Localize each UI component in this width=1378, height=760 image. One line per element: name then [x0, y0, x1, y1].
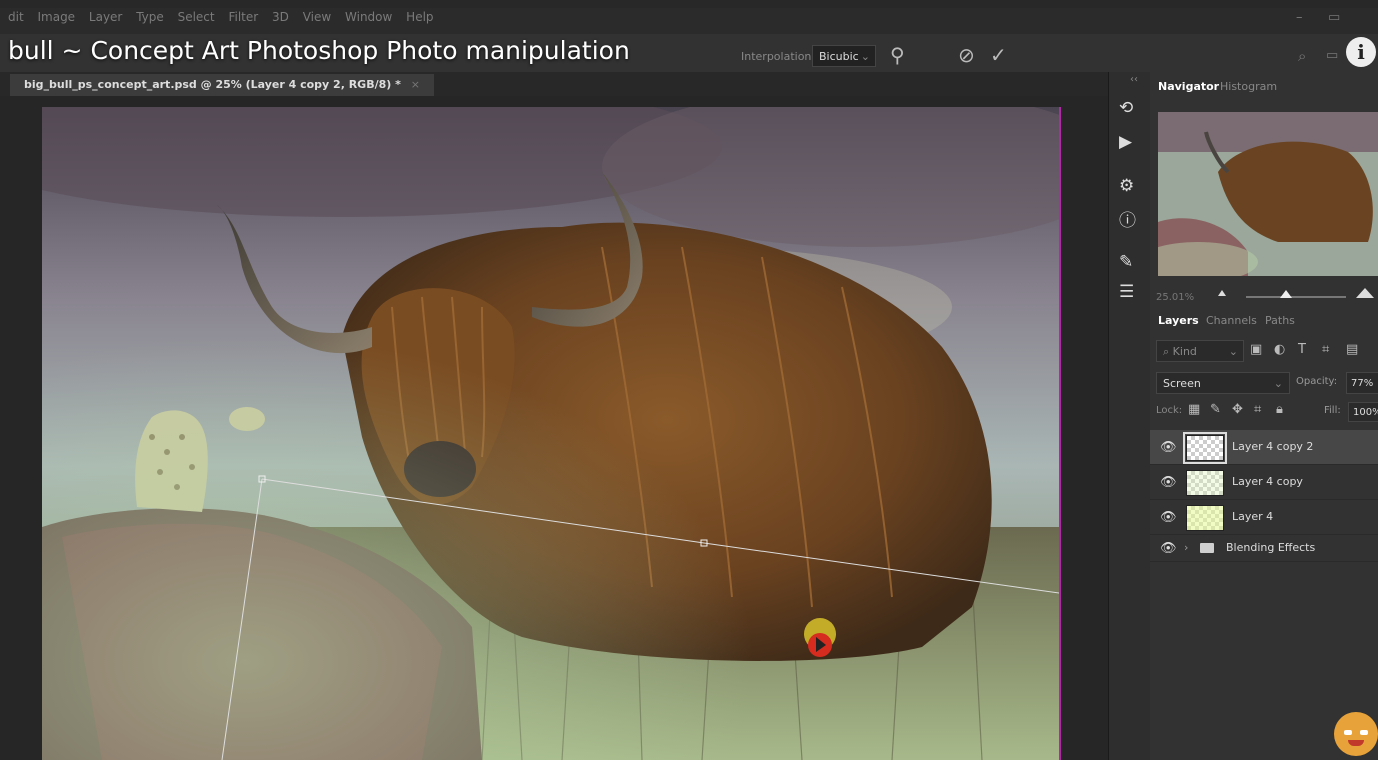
menu-help[interactable]: Help [406, 10, 433, 24]
emoji-eye-left [1344, 730, 1352, 735]
chevron-down-icon: ⌄ [1273, 377, 1283, 390]
menu-window[interactable]: Window [345, 10, 392, 24]
adjustments-icon[interactable]: ☰ [1119, 282, 1134, 302]
navigator-preview[interactable] [1158, 112, 1378, 276]
blend-mode-select[interactable]: Screen ⌄ [1156, 372, 1290, 394]
interpolation-select[interactable]: Bicubic ⌄ [812, 45, 876, 67]
filter-adjustment-icon[interactable]: ◐ [1274, 342, 1285, 357]
document-tab-title: big_bull_ps_concept_art.psd @ 25% (Layer… [24, 78, 401, 91]
artwork-image [42, 107, 1059, 760]
commit-transform-icon[interactable]: ✓ [990, 43, 1007, 67]
zoom-out-icon[interactable] [1218, 290, 1226, 296]
document-tab[interactable]: big_bull_ps_concept_art.psd @ 25% (Layer… [10, 74, 434, 96]
filter-type-icon[interactable]: T [1298, 342, 1306, 357]
minimize-icon[interactable]: – [1296, 10, 1303, 25]
layer-filter-row: ⌕ Kind ⌄ ▣ ◐ T ⌗ ▤ [1156, 340, 1378, 364]
eye-icon[interactable]: 👁︎ [1160, 510, 1177, 525]
layer-name: Layer 4 [1232, 510, 1274, 523]
layer-thumbnail [1183, 432, 1227, 464]
menu-3d[interactable]: 3D [272, 10, 289, 24]
group-name: Blending Effects [1226, 541, 1316, 554]
history-icon[interactable]: ⟲ [1119, 98, 1133, 118]
tab-navigator[interactable]: Navigator [1158, 80, 1219, 93]
menu-filter[interactable]: Filter [228, 10, 258, 24]
layer-group-row[interactable]: 👁︎ › Blending Effects [1150, 535, 1378, 562]
menu-image[interactable]: Image [37, 10, 75, 24]
chevron-down-icon: ⌄ [1228, 345, 1238, 358]
restore-icon[interactable]: ▭ [1328, 10, 1340, 25]
brush-icon[interactable]: ✎ [1119, 252, 1133, 272]
zoom-slider-thumb[interactable] [1280, 290, 1292, 298]
eye-icon[interactable]: 👁︎ [1160, 541, 1177, 556]
lock-all-icon[interactable]: 🔒︎ [1276, 402, 1283, 417]
lock-transparency-icon[interactable]: ▦ [1188, 402, 1200, 417]
menu-select[interactable]: Select [178, 10, 215, 24]
emoji-eye-right [1360, 730, 1368, 735]
menu-edit[interactable]: dit [8, 10, 24, 24]
emoji-mouth [1348, 740, 1364, 746]
filter-kind-select[interactable]: ⌕ Kind ⌄ [1156, 340, 1244, 362]
video-title: bull ~ Concept Art Photoshop Photo manip… [8, 36, 630, 65]
eye-icon[interactable]: 👁︎ [1160, 440, 1177, 455]
layer-row[interactable]: 👁︎ Layer 4 [1150, 500, 1378, 535]
zoom-in-icon[interactable] [1356, 288, 1374, 298]
opacity-label: Opacity: [1296, 376, 1338, 387]
zoom-slider-track[interactable] [1246, 296, 1346, 298]
info-icon[interactable]: i [1346, 37, 1376, 67]
tab-histogram[interactable]: Histogram [1220, 80, 1277, 93]
filter-shape-icon[interactable]: ⌗ [1322, 342, 1329, 357]
right-panel: Navigator Histogram 25.01% Layers Channe… [1150, 72, 1378, 760]
layers-tabs: Layers Channels Paths [1150, 314, 1378, 334]
filter-kind-value: Kind [1172, 345, 1197, 358]
emoji-avatar [1334, 712, 1378, 756]
document-canvas[interactable] [42, 107, 1061, 760]
layer-row[interactable]: 👁︎ Layer 4 copy [1150, 465, 1378, 500]
properties-icon[interactable]: ⚙ [1119, 176, 1134, 196]
panel-icon-strip: ⟲ ▶ ⚙ ⓘ ✎ ☰ [1108, 72, 1152, 760]
fill-input[interactable]: 100% [1348, 402, 1378, 422]
menu-type[interactable]: Type [136, 10, 164, 24]
blend-row: Screen ⌄ Opacity: 77% [1156, 372, 1378, 396]
navigator-zoom[interactable]: 25.01% [1156, 292, 1194, 303]
layer-name: Layer 4 copy [1232, 475, 1303, 488]
search-icon[interactable]: ⌕ [1298, 47, 1306, 65]
navigator-tabs: Navigator Histogram [1150, 80, 1378, 100]
menu-layer[interactable]: Layer [89, 10, 122, 24]
filter-pixel-icon[interactable]: ▣ [1250, 342, 1262, 357]
blend-mode-value: Screen [1163, 377, 1201, 390]
fill-label: Fill: [1324, 405, 1341, 416]
navigator-preview-image [1158, 112, 1378, 276]
tab-channels[interactable]: Channels [1206, 314, 1257, 327]
collapse-panels-icon[interactable]: ‹‹ [1130, 74, 1138, 85]
lock-artboard-icon[interactable]: ⌗ [1254, 402, 1261, 417]
actions-play-icon[interactable]: ▶ [1119, 132, 1132, 152]
layers-list: 👁︎ Layer 4 copy 2 👁︎ Layer 4 copy 👁︎ Lay… [1150, 430, 1378, 562]
lock-position-icon[interactable]: ✥ [1232, 402, 1243, 417]
lock-paint-icon[interactable]: ✎ [1210, 402, 1221, 417]
tab-paths[interactable]: Paths [1265, 314, 1295, 327]
layer-row[interactable]: 👁︎ Layer 4 copy 2 [1150, 430, 1378, 465]
layer-thumbnail [1186, 505, 1224, 531]
lock-label: Lock: [1156, 405, 1183, 416]
workspace-icon[interactable]: ▭ [1326, 48, 1338, 63]
menu-view[interactable]: View [303, 10, 331, 24]
opacity-input[interactable]: 77% [1346, 372, 1378, 394]
interpolation-value: Bicubic [819, 50, 859, 63]
folder-icon [1200, 543, 1214, 553]
search-icon: ⌕ [1163, 345, 1173, 358]
tab-layers[interactable]: Layers [1158, 314, 1199, 327]
layer-name: Layer 4 copy 2 [1232, 440, 1314, 453]
info-panel-icon[interactable]: ⓘ [1119, 206, 1136, 231]
close-icon[interactable]: × [411, 78, 420, 91]
chevron-right-icon[interactable]: › [1184, 541, 1188, 554]
interpolation-label: Interpolation: [741, 50, 816, 63]
layer-thumbnail [1186, 470, 1224, 496]
lock-row: Lock: ▦ ✎ ✥ ⌗ 🔒︎ Fill: 100% [1156, 402, 1378, 424]
filter-smartobject-icon[interactable]: ▤ [1346, 342, 1358, 357]
chevron-down-icon: ⌄ [860, 50, 870, 63]
warp-icon[interactable]: ⚲ [890, 43, 905, 67]
eye-icon[interactable]: 👁︎ [1160, 475, 1177, 490]
main-menu: dit Image Layer Type Select Filter 3D Vi… [8, 10, 444, 24]
cancel-transform-icon[interactable]: ⊘ [958, 43, 975, 67]
